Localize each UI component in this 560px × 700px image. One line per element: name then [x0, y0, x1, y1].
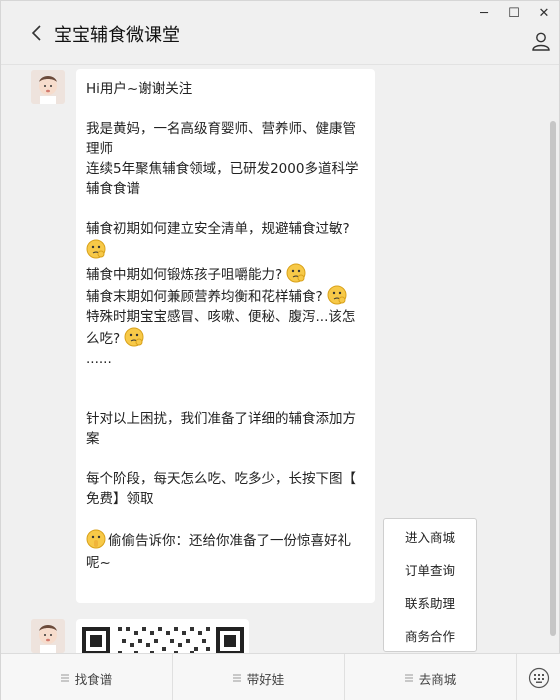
message-line: Hi用户~谢谢关注	[86, 81, 193, 97]
tab-find-recipes[interactable]: 找食谱	[1, 654, 173, 700]
back-arrow-icon[interactable]	[29, 23, 45, 43]
profile-icon[interactable]	[531, 31, 551, 51]
message-line: 辅食末期如何兼顾营养均衡和花样辅食?	[86, 285, 365, 307]
tab-go-mall[interactable]: 去商城	[345, 654, 517, 700]
message-line: 辅食初期如何建立安全清单，规避辅食过敏?	[86, 221, 350, 237]
keyboard-toggle[interactable]	[517, 654, 560, 700]
menu-icon	[232, 674, 241, 682]
menu-icon	[60, 674, 69, 682]
bottom-menu-bar: 找食谱 带好娃 去商城	[1, 653, 560, 700]
avatar[interactable]	[31, 70, 65, 104]
keyboard-icon	[528, 667, 550, 689]
qr-code-image[interactable]	[76, 619, 249, 653]
tab-label: 找食谱	[74, 671, 113, 687]
thinking-emoji-icon	[86, 239, 106, 259]
minimize-button[interactable]: ─	[469, 5, 499, 23]
message-line: 每个阶段，每天怎么吃、吃多少，长按下图【	[86, 471, 356, 487]
message-text: 么吃?	[86, 331, 121, 347]
message-line: 连续5年聚焦辅食领域，已研发2000多道科学	[86, 161, 359, 177]
avatar[interactable]	[31, 619, 65, 653]
chat-window: 宝宝辅食微课堂 ─ ☐ ✕ Hi用户~谢谢关注 我是黄妈，一名高级育婴师、营养师…	[0, 0, 560, 700]
message-line: 呢~	[86, 555, 111, 571]
tab-label: 去商城	[418, 671, 457, 687]
message-line: 特殊时期宝宝感冒、咳嗽、便秘、腹泻...该怎	[86, 309, 356, 325]
window-controls: ─ ☐ ✕	[469, 5, 559, 23]
menu-item-enter-mall[interactable]: 进入商城	[384, 521, 476, 554]
message-text: 偷偷告诉你：还给你准备了一份惊喜好礼	[108, 533, 351, 549]
tab-parenting[interactable]: 带好娃	[173, 654, 345, 700]
popup-menu: 进入商城 订单查询 联系助理 商务合作	[383, 518, 477, 652]
page-title: 宝宝辅食微课堂	[54, 25, 180, 46]
message-line: 我是黄妈，一名高级育婴师、营养师、健康管	[86, 121, 356, 137]
message-line: 案	[86, 431, 100, 447]
message-line: 辅食中期如何锻炼孩子咀嚼能力?	[86, 263, 365, 285]
message-line	[86, 239, 365, 263]
menu-item-order-query[interactable]: 订单查询	[384, 554, 476, 587]
shush-emoji-icon	[86, 529, 106, 549]
tab-label: 带好娃	[246, 671, 285, 687]
maximize-button[interactable]: ☐	[499, 5, 529, 23]
scrollbar[interactable]	[550, 121, 556, 636]
menu-icon	[404, 674, 413, 682]
message-line: 辅食食谱	[86, 181, 140, 197]
message-line: 免费】领取	[86, 491, 154, 507]
message-line: ......	[86, 351, 112, 367]
close-button[interactable]: ✕	[529, 5, 559, 23]
thinking-emoji-icon	[327, 285, 347, 305]
message-line: 么吃?	[86, 327, 365, 349]
menu-item-contact-assistant[interactable]: 联系助理	[384, 587, 476, 620]
thinking-emoji-icon	[124, 327, 144, 347]
menu-item-business[interactable]: 商务合作	[384, 620, 476, 653]
message-text: 辅食中期如何锻炼孩子咀嚼能力?	[86, 267, 283, 283]
message-text: 辅食末期如何兼顾营养均衡和花样辅食?	[86, 289, 323, 305]
thinking-emoji-icon	[286, 263, 306, 283]
welcome-message-bubble: Hi用户~谢谢关注 我是黄妈，一名高级育婴师、营养师、健康管 理师 连续5年聚焦…	[76, 69, 375, 603]
message-line: 理师	[86, 141, 113, 157]
message-line: 针对以上困扰，我们准备了详细的辅食添加方	[86, 411, 356, 427]
message-line: 偷偷告诉你：还给你准备了一份惊喜好礼	[86, 529, 365, 553]
